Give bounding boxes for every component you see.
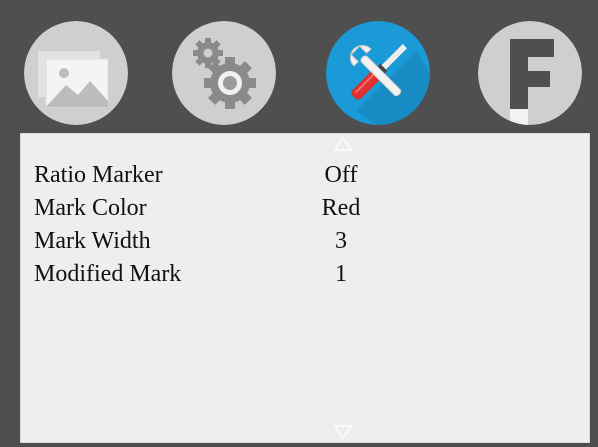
function-icon: [478, 21, 582, 125]
tab-tools[interactable]: [326, 21, 430, 125]
tab-function[interactable]: [478, 21, 582, 125]
scroll-down-arrow-icon[interactable]: [334, 425, 352, 439]
gears-icon: [172, 21, 276, 125]
menu-item-value[interactable]: Red: [281, 192, 401, 224]
menu-item-value[interactable]: Off: [281, 159, 401, 191]
menu-item-label: Mark Width: [34, 228, 151, 254]
tools-icon: [326, 21, 430, 125]
menu-item-mark-color[interactable]: Mark Color Red: [21, 192, 591, 224]
menu-item-mark-width[interactable]: Mark Width 3: [21, 225, 591, 257]
picture-icon: [24, 21, 128, 125]
menu-item-label: Mark Color: [34, 195, 147, 221]
settings-panel: Ratio Marker Off Mark Color Red Mark Wid…: [20, 133, 590, 443]
tab-picture[interactable]: [24, 21, 128, 125]
scroll-up-arrow-icon[interactable]: [334, 137, 352, 151]
menu-item-label: Modified Mark: [34, 261, 182, 287]
menu-item-modified-mark[interactable]: Modified Mark 1: [21, 258, 591, 290]
menu-item-value[interactable]: 3: [281, 225, 401, 257]
menu-tab-bar: [0, 0, 598, 128]
menu-item-value[interactable]: 1: [281, 258, 401, 290]
menu-item-ratio-marker[interactable]: Ratio Marker Off: [21, 159, 591, 191]
tab-setup[interactable]: [172, 21, 276, 125]
osd-menu: Ratio Marker Off Mark Color Red Mark Wid…: [0, 0, 598, 447]
menu-item-label: Ratio Marker: [34, 162, 163, 188]
